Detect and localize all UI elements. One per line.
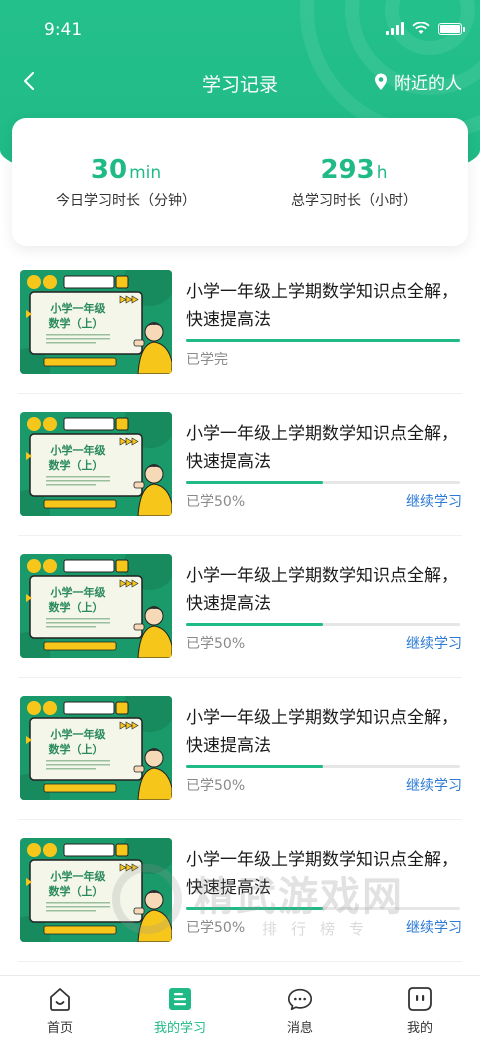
progress-text: 已学50%	[186, 920, 246, 936]
svg-text:数学（上）: 数学（上）	[49, 458, 104, 472]
tab-label: 消息	[286, 1021, 313, 1036]
course-list-item[interactable]: 小学一年级 数学（上） 小学一年级上学期数学知识点全解，快速提高法 已学50% …	[18, 820, 462, 962]
tab-my-study[interactable]: 我的学习	[120, 976, 240, 1039]
progress-bar-fill	[186, 765, 323, 768]
tab-home[interactable]: 首页	[0, 976, 120, 1039]
course-thumbnail: 小学一年级 数学（上）	[20, 696, 172, 800]
signal-icon	[386, 22, 404, 35]
svg-text:数学（上）: 数学（上）	[49, 316, 104, 330]
total-duration-value: 293	[320, 155, 375, 185]
continue-learning-link[interactable]: 继续学习	[406, 633, 462, 653]
svg-text:小学一年级: 小学一年级	[50, 727, 107, 741]
progress-text: 已学50%	[186, 778, 246, 794]
battery-icon	[438, 22, 465, 35]
nav-bar: 学习记录 附近的人	[0, 60, 480, 104]
tab-label: 我的	[406, 1021, 433, 1036]
stats-card: 30 min 今日学习时长（分钟） 293 h 总学习时长（小时）	[12, 118, 468, 246]
bottom-tab-bar: 首页 我的学习 消息 我的	[0, 975, 480, 1039]
status-bar: 9:41	[0, 0, 480, 60]
course-title: 小学一年级上学期数学知识点全解，快速提高法	[186, 282, 458, 330]
tab-label: 首页	[46, 1021, 73, 1036]
course-list-item[interactable]: 小学一年级 数学（上） 小学一年级上学期数学知识点全解，快速提高法 已学完	[18, 252, 462, 394]
home-icon	[46, 985, 74, 1013]
tab-label: 我的学习	[153, 1021, 206, 1036]
status-icons	[386, 22, 465, 35]
course-title: 小学一年级上学期数学知识点全解，快速提高法	[186, 708, 458, 756]
course-list: 小学一年级 数学（上） 小学一年级上学期数学知识点全解，快速提高法 已学完 小学…	[0, 252, 480, 962]
message-icon	[286, 985, 314, 1013]
profile-icon	[406, 985, 434, 1013]
course-thumbnail: 小学一年级 数学（上）	[20, 270, 172, 374]
total-duration-unit: h	[376, 163, 388, 183]
continue-learning-link[interactable]: 继续学习	[406, 775, 462, 795]
progress-bar-fill	[186, 623, 323, 626]
progress-text: 已学50%	[186, 636, 246, 652]
course-thumbnail: 小学一年级 数学（上）	[20, 838, 172, 942]
study-icon	[166, 985, 194, 1013]
continue-learning-link[interactable]: 继续学习	[406, 917, 462, 937]
svg-text:小学一年级: 小学一年级	[50, 585, 107, 599]
svg-text:数学（上）: 数学（上）	[49, 884, 104, 898]
course-list-item[interactable]: 小学一年级 数学（上） 小学一年级上学期数学知识点全解，快速提高法 已学50% …	[18, 394, 462, 536]
course-list-item[interactable]: 小学一年级 数学（上） 小学一年级上学期数学知识点全解，快速提高法 已学50% …	[18, 678, 462, 820]
total-duration-stat: 293 h 总学习时长（小时）	[240, 156, 468, 210]
tab-profile[interactable]: 我的	[360, 976, 480, 1039]
progress-bar	[186, 907, 460, 910]
progress-bar	[186, 765, 460, 768]
svg-text:小学一年级: 小学一年级	[50, 301, 107, 315]
course-title: 小学一年级上学期数学知识点全解，快速提高法	[186, 424, 458, 472]
svg-text:小学一年级: 小学一年级	[50, 869, 107, 883]
progress-bar-fill	[186, 907, 323, 910]
tab-messages[interactable]: 消息	[240, 976, 360, 1039]
progress-bar	[186, 481, 460, 484]
svg-text:数学（上）: 数学（上）	[49, 742, 104, 756]
today-duration-stat: 30 min 今日学习时长（分钟）	[12, 156, 240, 210]
course-thumbnail: 小学一年级 数学（上）	[20, 554, 172, 658]
svg-text:数学（上）: 数学（上）	[49, 600, 104, 614]
progress-bar-fill	[186, 481, 323, 484]
progress-bar-fill	[186, 339, 460, 342]
continue-learning-link[interactable]: 继续学习	[406, 491, 462, 511]
course-title: 小学一年级上学期数学知识点全解，快速提高法	[186, 566, 458, 614]
progress-text: 已学完	[186, 352, 228, 368]
today-duration-unit: min	[129, 163, 162, 183]
course-list-item[interactable]: 小学一年级 数学（上） 小学一年级上学期数学知识点全解，快速提高法 已学50% …	[18, 536, 462, 678]
progress-bar	[186, 623, 460, 626]
wifi-icon	[412, 22, 430, 34]
progress-bar	[186, 339, 460, 342]
location-pin-icon	[375, 73, 387, 90]
svg-text:小学一年级: 小学一年级	[50, 443, 107, 457]
total-duration-label: 总学习时长（小时）	[291, 193, 417, 209]
nearby-people-button[interactable]: 附近的人	[374, 69, 462, 94]
today-duration-label: 今日学习时长（分钟）	[56, 193, 196, 209]
nearby-label: 附近的人	[394, 74, 462, 94]
course-thumbnail: 小学一年级 数学（上）	[20, 412, 172, 516]
progress-text: 已学50%	[186, 494, 246, 510]
status-time: 9:41	[44, 20, 83, 40]
today-duration-value: 30	[90, 155, 128, 185]
course-title: 小学一年级上学期数学知识点全解，快速提高法	[186, 850, 458, 898]
